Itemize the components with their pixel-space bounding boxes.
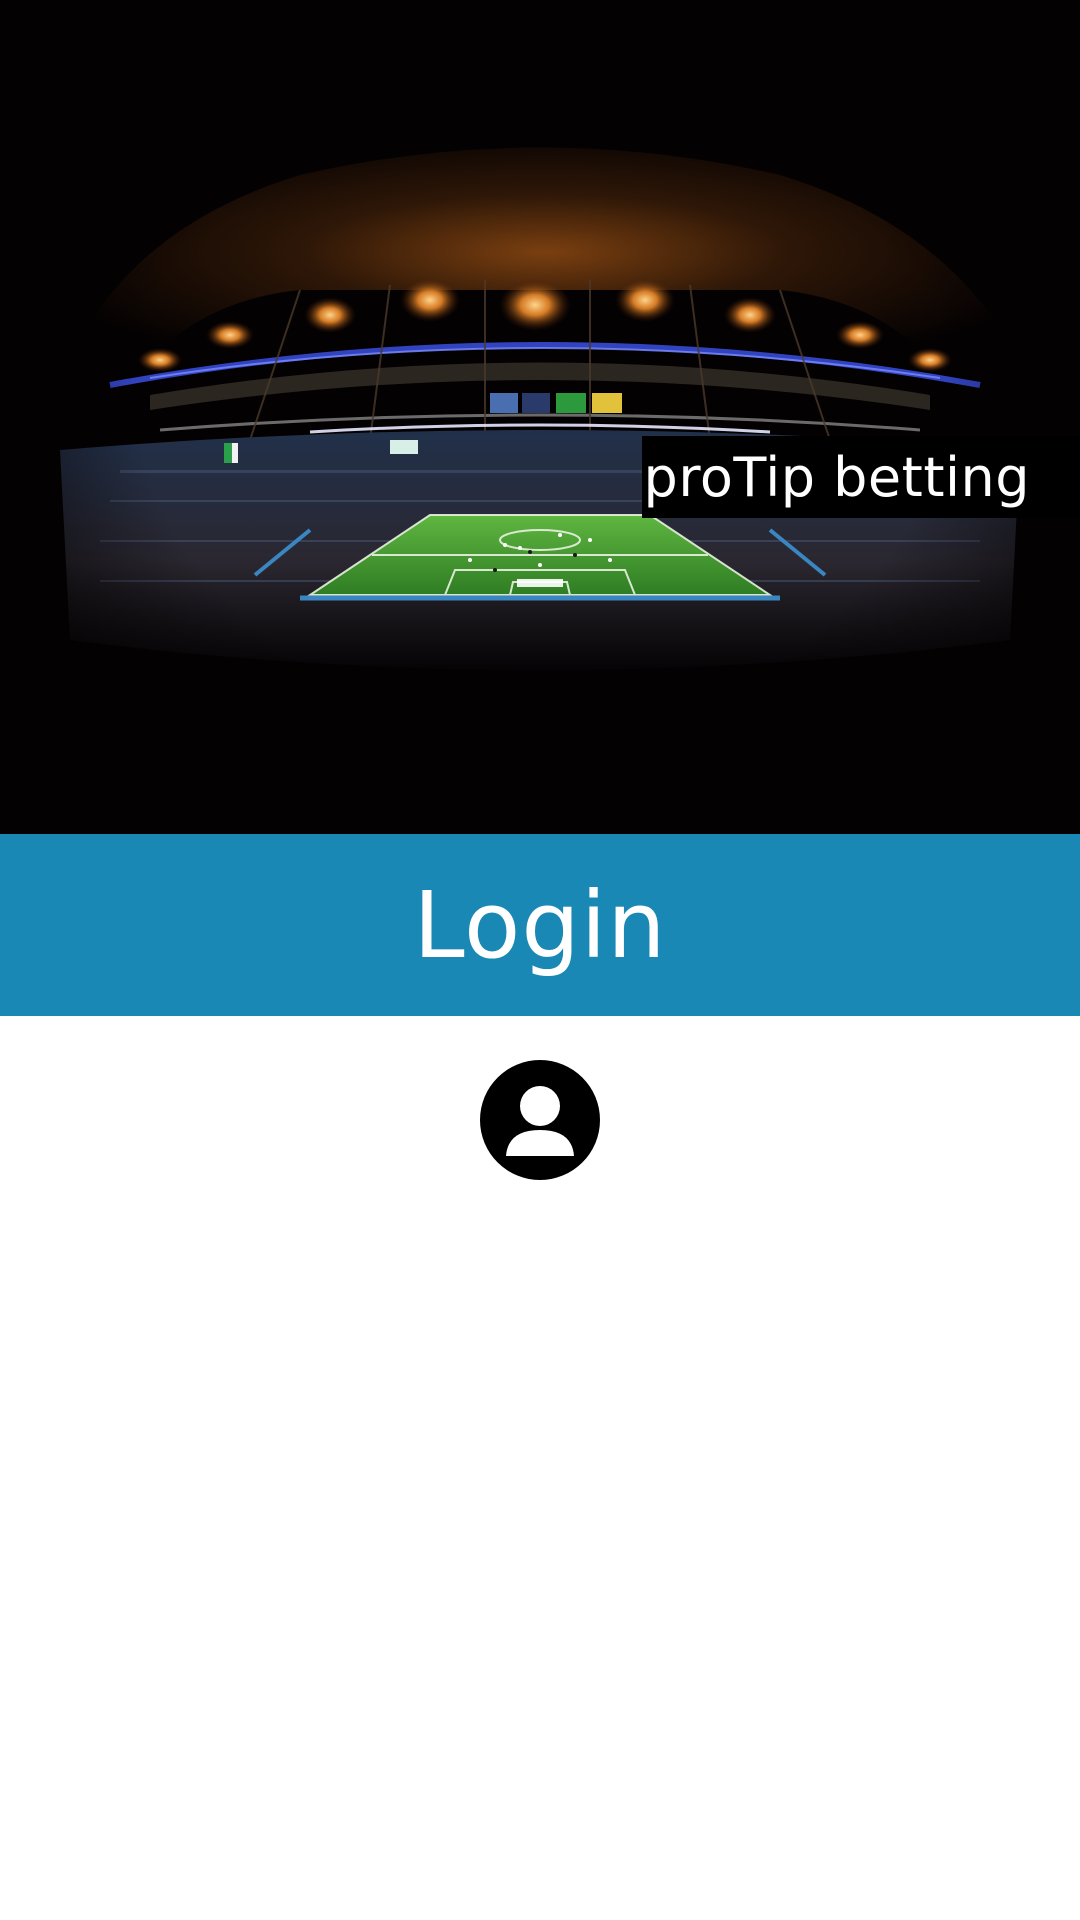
login-header: Login (0, 834, 1080, 1016)
user-icon[interactable] (480, 1060, 600, 1180)
stadium-hero: proTip betting (0, 0, 1080, 834)
stadium-illustration (0, 0, 1080, 834)
app-screen: proTip betting Login (0, 0, 1080, 1920)
login-title: Login (413, 871, 667, 979)
brand-title: proTip betting (642, 436, 1080, 518)
